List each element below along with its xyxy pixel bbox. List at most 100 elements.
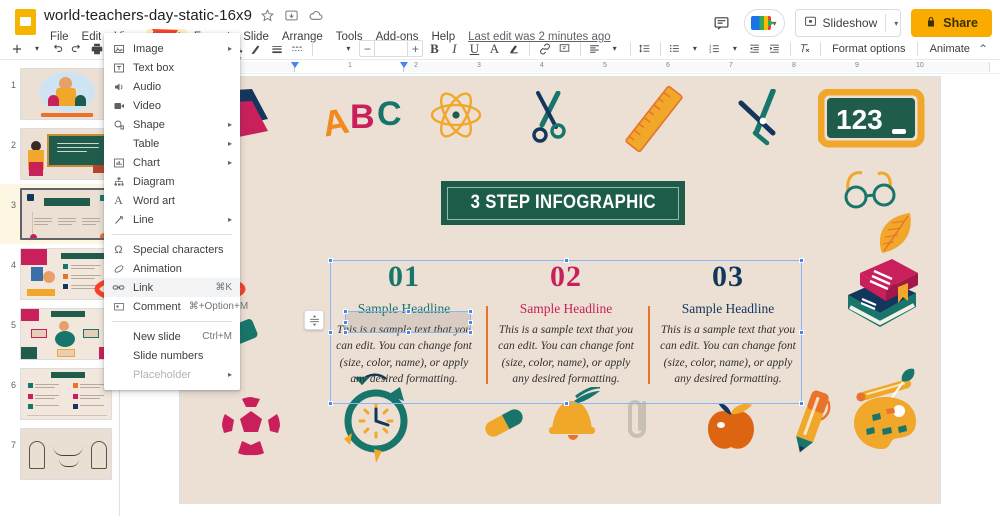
filmstrip-slide-7[interactable]: 7 — [0, 424, 119, 484]
diagram-icon — [112, 175, 125, 188]
border-dash-icon[interactable] — [288, 40, 306, 58]
font-size-decrease[interactable]: − — [360, 42, 374, 56]
slideshow-chevron-down-icon[interactable]: ▾ — [894, 19, 898, 28]
border-color-icon[interactable] — [248, 40, 266, 58]
column-body-text[interactable]: This is a sample text that you can edit.… — [331, 322, 477, 387]
menu-item-comment[interactable]: Comment ⌘+Option+M — [104, 297, 248, 316]
format-options-button[interactable]: Format options — [826, 43, 911, 55]
share-button[interactable]: Share — [911, 9, 992, 37]
filmstrip-slide-6[interactable]: 6 — [0, 364, 119, 424]
infographic-column-2[interactable]: 02 Sample Headline This is a sample text… — [493, 262, 639, 387]
slide-thumbnail[interactable] — [20, 68, 112, 120]
new-slide-icon[interactable] — [8, 40, 26, 58]
filmstrip-slide-5[interactable]: 5 — [0, 304, 119, 364]
menu-item-label: Video — [133, 99, 161, 112]
ruler-indent-handle-left[interactable] — [291, 62, 299, 68]
filmstrip-slide-4[interactable]: 4 — [0, 244, 119, 304]
menu-item-slide-numbers[interactable]: Slide numbers — [104, 346, 240, 365]
column-headline[interactable]: Sample Headline — [331, 301, 477, 317]
menu-item-image[interactable]: Image ▸ — [104, 39, 240, 58]
line-spacing-icon[interactable] — [636, 40, 654, 58]
svg-text:123: 123 — [836, 104, 883, 135]
infographic-column-1[interactable]: 01 Sample Headline This is a sample text… — [331, 262, 477, 387]
animate-button[interactable]: Animate — [924, 43, 976, 55]
ruler-indent-handle-right[interactable] — [400, 62, 408, 68]
star-icon[interactable] — [260, 8, 276, 24]
slide-thumbnail[interactable] — [20, 248, 112, 300]
document-title[interactable]: world-teachers-day-static-16x9 — [44, 7, 252, 24]
slide-thumbnail-selected[interactable] — [20, 188, 112, 240]
numbered-list-dropdown-icon[interactable]: ▾ — [726, 40, 744, 58]
move-to-folder-icon[interactable] — [284, 8, 300, 24]
bold-icon[interactable]: B — [425, 40, 443, 58]
clear-formatting-icon[interactable] — [796, 40, 814, 58]
meet-button[interactable]: ▾ — [743, 9, 785, 37]
cloud-saved-icon[interactable] — [308, 8, 324, 24]
new-slide-dropdown-icon[interactable]: ▾ — [28, 40, 46, 58]
apple-icon — [708, 403, 754, 449]
slide-number: 4 — [10, 260, 16, 270]
menu-item-table[interactable]: Table ▸ — [104, 134, 240, 153]
filmstrip-slide-1[interactable]: 1 — [0, 64, 119, 124]
menu-item-video[interactable]: Video — [104, 96, 240, 115]
highlight-color-icon[interactable] — [505, 40, 523, 58]
menu-item-text-box[interactable]: Text box — [104, 58, 240, 77]
menu-item-diagram[interactable]: Diagram — [104, 172, 240, 191]
bulleted-list-icon[interactable] — [666, 40, 684, 58]
menu-divider — [112, 321, 232, 322]
horizontal-ruler[interactable]: 1 1 2 3 4 5 6 7 8 9 10 — [120, 60, 1000, 74]
decrease-indent-icon[interactable] — [746, 40, 764, 58]
column-body-text[interactable]: This is a sample text that you can edit.… — [493, 322, 639, 387]
increase-indent-icon[interactable] — [766, 40, 784, 58]
slide-thumbnail[interactable] — [20, 308, 112, 360]
menu-item-link[interactable]: Link ⌘K — [104, 278, 240, 297]
slide-canvas[interactable]: A B C 123 3 STEP INFOGRAPHIC 01 Sample H… — [180, 77, 940, 503]
filmstrip-slide-3[interactable]: 3 — [0, 184, 119, 244]
menu-item-chart[interactable]: Chart ▸ — [104, 153, 240, 172]
font-size-increase[interactable]: + — [408, 42, 422, 56]
align-icon[interactable] — [586, 40, 604, 58]
insert-comment-icon[interactable] — [556, 40, 574, 58]
text-color-icon[interactable]: A — [485, 40, 503, 58]
menu-item-shape[interactable]: Shape ▸ — [104, 115, 240, 134]
paperclip-icon — [628, 400, 646, 438]
menu-item-audio[interactable]: Audio — [104, 77, 240, 96]
comment-history-icon[interactable] — [710, 11, 734, 35]
menu-item-label: Line — [133, 213, 154, 226]
banner-inner-border: 3 STEP INFOGRAPHIC — [447, 186, 679, 220]
menu-item-label: Slide numbers — [133, 349, 204, 362]
column-headline[interactable]: Sample Headline — [655, 301, 801, 317]
italic-icon[interactable]: I — [445, 40, 463, 58]
infographic-column-3[interactable]: 03 Sample Headline This is a sample text… — [655, 262, 801, 387]
collapse-toolbar-icon[interactable]: ⌃ — [978, 42, 992, 56]
menu-item-special-characters[interactable]: Ω Special characters — [104, 240, 240, 259]
menu-item-word-art[interactable]: A Word art — [104, 191, 240, 210]
drag-handle-badge[interactable] — [304, 310, 324, 330]
numbered-list-icon[interactable]: 123 — [706, 40, 724, 58]
slideshow-button[interactable]: Slideshow ▾ — [794, 9, 902, 37]
slide-filmstrip[interactable]: 1 2 3 4 5 6 7 — [0, 60, 120, 516]
column-headline[interactable]: Sample Headline — [493, 301, 639, 317]
redo-icon[interactable] — [68, 40, 86, 58]
slide-thumbnail[interactable] — [20, 128, 112, 180]
bulleted-list-dropdown-icon[interactable]: ▾ — [686, 40, 704, 58]
underline-icon[interactable]: U — [465, 40, 483, 58]
slide-thumbnail[interactable] — [20, 368, 112, 420]
slide-thumbnail[interactable] — [20, 428, 112, 480]
menu-item-line[interactable]: Line ▸ — [104, 210, 240, 229]
slide-title-banner[interactable]: 3 STEP INFOGRAPHIC — [441, 181, 685, 225]
menu-item-new-slide[interactable]: New slide Ctrl+M — [104, 327, 240, 346]
menu-item-animation[interactable]: Animation — [104, 259, 240, 278]
align-dropdown-icon[interactable]: ▾ — [606, 40, 624, 58]
menu-item-label: New slide — [133, 330, 181, 343]
font-size-input[interactable] — [374, 41, 409, 56]
undo-icon[interactable] — [48, 40, 66, 58]
menu-item-label: Text box — [133, 61, 174, 74]
font-dropdown-icon[interactable]: ▾ — [339, 40, 357, 58]
column-body-text[interactable]: This is a sample text that you can edit.… — [655, 322, 801, 387]
insert-dropdown-menu[interactable]: Image ▸ Text box Audio Video Shape ▸ Tab… — [104, 33, 248, 390]
font-size-stepper[interactable]: − + — [359, 40, 424, 57]
insert-link-icon[interactable] — [536, 40, 554, 58]
filmstrip-slide-2[interactable]: 2 — [0, 124, 119, 184]
border-weight-icon[interactable] — [268, 40, 286, 58]
